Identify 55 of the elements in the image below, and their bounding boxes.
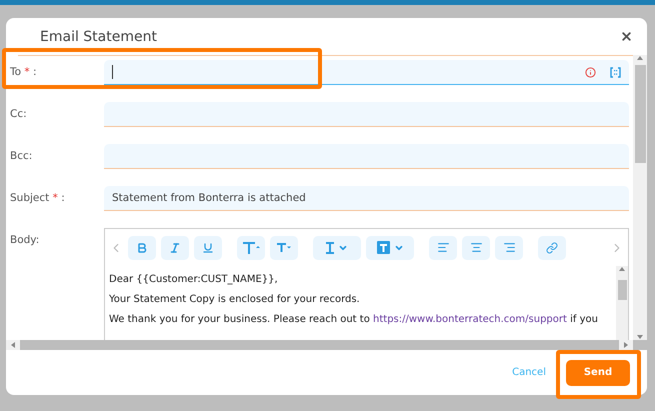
- field-label: To: [10, 66, 22, 78]
- scrollbar[interactable]: [633, 55, 647, 340]
- scroll-thumb[interactable]: [618, 280, 626, 300]
- bold-button[interactable]: [128, 236, 156, 260]
- info-icon: [585, 66, 596, 78]
- font-size-icon: [277, 243, 291, 252]
- support-link[interactable]: https://www.bonterratech.com/support: [373, 314, 567, 325]
- field-label: Bcc:: [10, 150, 32, 162]
- input-field[interactable]: [104, 60, 629, 85]
- link-icon: [546, 242, 558, 254]
- body-paragraph: Your Statement Copy is enclosed for your records.: [109, 294, 361, 305]
- arrow-icon: [637, 334, 643, 340]
- underline-icon: [202, 242, 214, 254]
- field-label: Body:: [9, 233, 40, 248]
- label-colon: :: [61, 192, 65, 204]
- arrow-icon: [637, 55, 643, 61]
- dialog-title: Email Statement: [40, 28, 157, 44]
- arrow-icon: [10, 342, 16, 348]
- scroll-thumb[interactable]: [634, 65, 646, 163]
- italic-icon: [169, 242, 181, 254]
- scrollbar[interactable]: [616, 266, 628, 340]
- required-mark: *: [52, 192, 58, 204]
- font-size-icon: [242, 242, 260, 254]
- field-value[interactable]: Statement from Bonterra is attached: [112, 192, 621, 204]
- text-cursor-icon: [326, 242, 334, 254]
- input-field[interactable]: [104, 144, 629, 169]
- input-field[interactable]: Statement from Bonterra is attached: [104, 186, 629, 211]
- arrow-icon: [619, 266, 625, 272]
- close-button[interactable]: [620, 30, 633, 43]
- link-button[interactable]: [538, 236, 566, 260]
- align-center-button[interactable]: [462, 236, 490, 260]
- scrollbar[interactable]: [6, 340, 647, 350]
- italic-button[interactable]: [161, 236, 189, 260]
- label-colon: :: [33, 66, 37, 78]
- align-left-icon: [436, 241, 450, 254]
- highlight-color-button[interactable]: [366, 236, 414, 260]
- align-right-icon: [502, 241, 516, 254]
- align-left-button[interactable]: [429, 236, 457, 260]
- input-field[interactable]: [104, 102, 629, 127]
- align-right-button[interactable]: [495, 236, 523, 260]
- text-color-button[interactable]: [313, 236, 361, 260]
- bold-icon: [136, 242, 148, 254]
- field-label: Cc:: [10, 108, 27, 120]
- arrow-icon: [623, 342, 629, 348]
- grid-icon[interactable]: [610, 66, 621, 78]
- text-cursor: [112, 65, 113, 79]
- body-paragraph: Dear {{Customer:CUST_NAME}},: [109, 274, 279, 285]
- underline-button[interactable]: [194, 236, 222, 260]
- field-label: Subject: [10, 192, 50, 204]
- size-down-button[interactable]: [270, 236, 298, 260]
- size-up-button[interactable]: [237, 236, 265, 260]
- text-highlight-icon: [376, 241, 390, 254]
- body-paragraph: We thank you for your business. Please reach out to https://www.bonterratech.com/support if you: [109, 314, 599, 325]
- required-mark: *: [24, 66, 30, 78]
- align-center-icon: [470, 241, 482, 254]
